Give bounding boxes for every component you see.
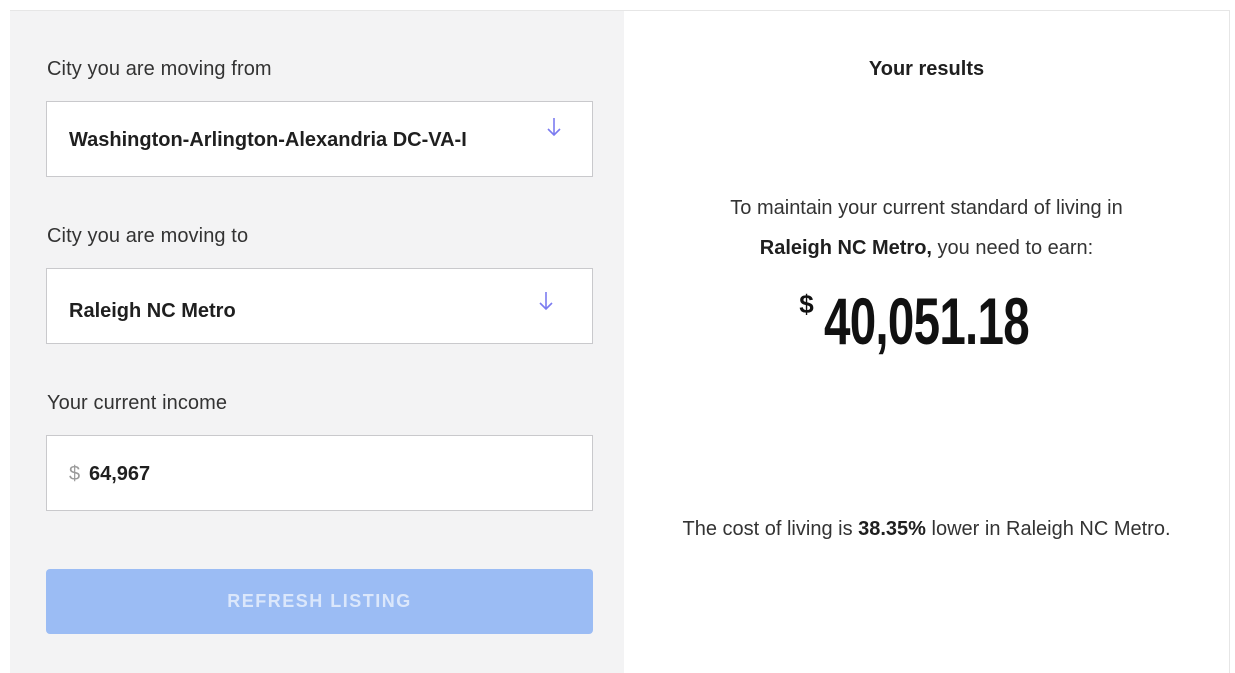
to-city-label: City you are moving to [47,225,249,247]
income-value: 64,967 [89,463,151,485]
destination-city: Raleigh NC Metro, [759,237,932,259]
to-city-value: Raleigh NC Metro [69,300,236,322]
cost-suffix: lower in Raleigh NC Metro. [925,518,1171,540]
to-city-select[interactable]: Raleigh NC Metro [46,268,593,344]
cost-of-living-text: The cost of living is 38.35% lower in Ra… [654,506,1199,552]
maintain-text: To maintain your current standard of liv… [624,188,1229,268]
required-income: $40,051.18 [624,283,1229,359]
currency-prefix: $ [69,463,81,485]
income-input[interactable]: $ 64,967 [46,435,593,511]
results-title: Your results [868,58,985,80]
maintain-suffix: you need to earn: [932,237,1094,259]
from-city-select[interactable]: Washington-Arlington-Alexandria DC-VA-I [46,101,593,177]
arrow-down-icon [539,292,553,311]
amount-currency-symbol: $ [799,289,814,319]
maintain-line: To maintain your current standard of liv… [730,197,1123,219]
cost-prefix: The cost of living is [682,518,859,540]
arrow-down-icon [547,118,561,137]
from-city-label: City you are moving from [47,58,272,80]
cost-percent: 38.35% [858,518,926,540]
amount-value: 40,051.18 [823,284,1030,358]
income-label: Your current income [47,392,228,414]
from-city-value: Washington-Arlington-Alexandria DC-VA-I [69,129,467,151]
maintain-line-2: Raleigh NC Metro, you need to earn: [624,228,1229,268]
refresh-listing-button[interactable]: REFRESH LISTING [46,569,593,634]
